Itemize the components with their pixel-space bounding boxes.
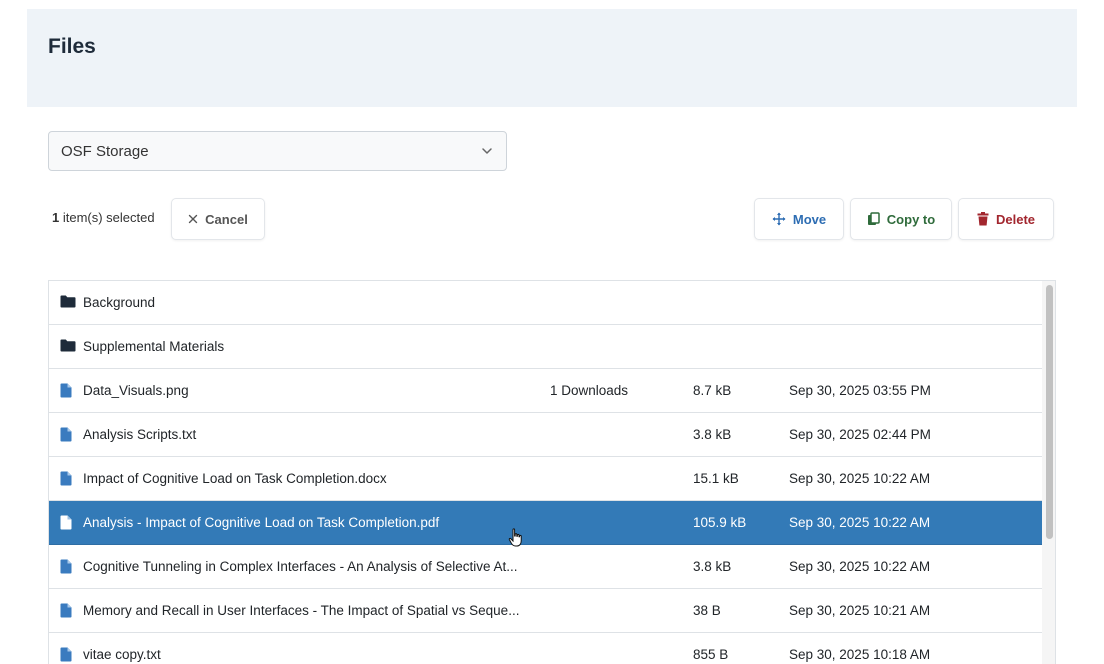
file-name: Cognitive Tunneling in Complex Interface… [83,559,518,574]
close-icon [188,214,198,224]
copy-icon [867,212,880,225]
modified-date: Sep 30, 2025 10:18 AM [789,647,931,662]
file-size: 855 B [693,647,729,662]
file-row[interactable]: Analysis Scripts.txt 3.8 kB Sep 30, 2025 0… [49,413,1042,457]
file-row[interactable]: Memory and Recall in User Interfaces - T… [49,589,1042,633]
move-button[interactable]: Move [754,198,844,240]
download-count: 1 Downloads [550,383,629,398]
scrollbar-thumb[interactable] [1046,285,1053,539]
file-name: Analysis Scripts.txt [83,427,197,442]
file-row[interactable]: Impact of Cognitive Load on Task Complet… [49,457,1042,501]
file-name: Memory and Recall in User Interfaces - T… [83,603,520,618]
delete-button[interactable]: Delete [958,198,1054,240]
file-size: 8.7 kB [693,383,732,398]
page-title: Files [48,35,96,58]
folder-icon [60,339,76,355]
copy-to-label: Copy to [886,211,936,227]
file-name: vitae copy.txt [83,647,161,662]
folder-row[interactable]: Background [49,281,1042,325]
folder-icon [60,295,76,311]
file-icon [60,647,72,664]
copy-to-button[interactable]: Copy to [850,198,952,240]
modified-date: Sep 30, 2025 03:55 PM [789,383,931,398]
modified-date: Sep 30, 2025 02:44 PM [789,427,931,442]
file-name: Data_Visuals.png [83,383,189,398]
delete-label: Delete [995,211,1036,227]
move-label: Move [792,211,827,227]
file-name: Impact of Cognitive Load on Task Complet… [83,471,387,486]
chevron-down-icon [482,148,492,154]
modified-date: Sep 30, 2025 10:22 AM [789,515,931,530]
file-row[interactable]: Analysis - Impact of Cognitive Load on T… [49,501,1042,545]
folder-row[interactable]: Supplemental Materials [49,325,1042,369]
file-name: Background [83,295,156,310]
file-size: 15.1 kB [693,471,739,486]
cancel-label: Cancel [205,211,248,227]
file-size: 105.9 kB [693,515,747,530]
storage-provider-value: OSF Storage [61,142,149,160]
file-row[interactable]: Cognitive Tunneling in Complex Interface… [49,545,1042,589]
file-icon [60,603,72,621]
trash-icon [977,212,989,226]
file-list-scrollbar[interactable] [1042,281,1055,664]
file-size: 3.8 kB [693,427,732,442]
modified-date: Sep 30, 2025 10:22 AM [789,559,931,574]
file-name: Analysis - Impact of Cognitive Load on T… [83,515,440,530]
files-header: Files [27,9,1077,107]
file-icon [60,427,72,445]
file-icon [60,471,72,489]
file-icon [60,559,72,577]
file-name: Supplemental Materials [83,339,225,354]
file-size: 3.8 kB [693,559,732,574]
modified-date: Sep 30, 2025 10:22 AM [789,471,931,486]
file-list: Background Supplemental Materials Data_Vis… [48,280,1056,664]
move-arrows-icon [772,212,786,226]
file-row[interactable]: vitae copy.txt 855 B Sep 30, 2025 10:18 AM [49,633,1042,664]
modified-date: Sep 30, 2025 10:21 AM [789,603,931,618]
file-size: 38 B [693,603,721,618]
selection-count: 1 item(s) selected [52,210,155,225]
mouse-cursor-hand-icon [508,528,522,547]
selection-count-label: item(s) selected [59,210,155,225]
storage-provider-select[interactable]: OSF Storage [48,131,507,171]
file-row[interactable]: Data_Visuals.png 1 Downloads 8.7 kB Sep 30,… [49,369,1042,413]
cancel-selection-button[interactable]: Cancel [171,198,265,240]
file-icon [60,515,72,533]
file-icon [60,383,72,401]
